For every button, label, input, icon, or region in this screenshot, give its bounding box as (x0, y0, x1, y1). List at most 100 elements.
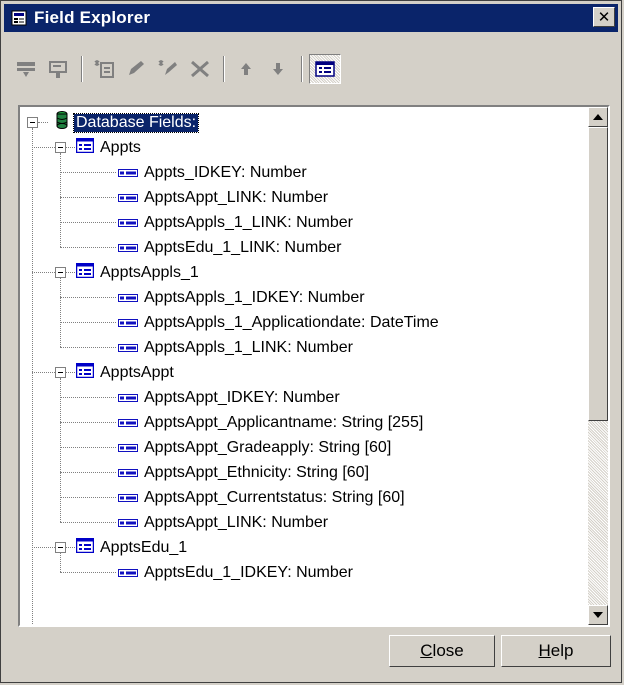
field-item[interactable]: ApptsAppt_Gradeapply: String [60] (118, 435, 391, 460)
tree-connector (66, 272, 75, 273)
tree-connector (32, 272, 55, 273)
move-down-icon (273, 63, 283, 75)
field-label: ApptsAppls_1_IDKEY: Number (144, 288, 365, 306)
field-icon (118, 243, 138, 252)
collapse-root-toggle[interactable] (27, 117, 38, 128)
table-icon (75, 137, 95, 153)
field-icon (118, 343, 138, 352)
tree-connector (60, 197, 116, 198)
field-item[interactable]: ApptsAppt_IDKEY: Number (118, 385, 340, 410)
field-item[interactable]: ApptsAppt_LINK: Number (118, 185, 328, 210)
show-field-type-button[interactable] (309, 54, 341, 84)
close-button-label: lose (432, 641, 464, 660)
table-node[interactable]: Appts (75, 135, 141, 160)
field-icon-wrap (118, 414, 138, 432)
field-icon (118, 493, 138, 502)
field-icon (118, 293, 138, 302)
table-icon-wrap (75, 362, 95, 383)
toolbar-separator (301, 56, 303, 82)
tree-connector (60, 297, 116, 298)
field-item[interactable]: ApptsAppls_1_LINK: Number (118, 210, 353, 235)
field-icon-wrap (118, 339, 138, 357)
edit-button[interactable] (121, 54, 151, 84)
help-button-label: elp (550, 641, 574, 660)
window-close-button[interactable]: ✕ (593, 7, 615, 27)
close-icon: ✕ (597, 8, 611, 26)
help-button[interactable]: Help (501, 635, 611, 667)
tree-connector (60, 172, 116, 173)
move-down-button[interactable] (263, 54, 293, 84)
tree-connector (60, 472, 116, 473)
field-item[interactable]: Appts_IDKEY: Number (118, 160, 307, 185)
field-icon (118, 193, 138, 202)
table-icon-wrap (75, 537, 95, 558)
field-item[interactable]: ApptsAppt_Currentstatus: String [60] (118, 485, 405, 510)
collapse-table-toggle[interactable] (55, 367, 66, 378)
tree-connector (60, 278, 61, 347)
new-formula-icon (94, 60, 114, 78)
scrollbar-thumb[interactable] (588, 127, 608, 421)
field-label: ApptsAppt_IDKEY: Number (144, 388, 340, 406)
field-icon (118, 443, 138, 452)
field-label: ApptsAppt_Ethnicity: String [60] (144, 463, 370, 481)
tree-connector (60, 447, 116, 448)
tree-connector (32, 547, 55, 548)
arrow-down-icon (593, 612, 603, 618)
table-icon (75, 537, 95, 553)
close-button[interactable]: Close (389, 635, 495, 667)
collapse-table-toggle[interactable] (55, 542, 66, 553)
collapse-table-toggle[interactable] (55, 267, 66, 278)
field-item[interactable]: ApptsAppt_LINK: Number (118, 510, 328, 535)
field-item[interactable]: ApptsAppt_Ethnicity: String [60] (118, 460, 369, 485)
field-item[interactable]: ApptsAppls_1_IDKEY: Number (118, 285, 365, 310)
collapse-table-toggle[interactable] (55, 142, 66, 153)
tree-connector (60, 397, 116, 398)
field-item[interactable]: ApptsAppls_1_LINK: Number (118, 335, 353, 360)
browse-field-button[interactable] (43, 54, 73, 84)
tree-connector (60, 553, 61, 572)
scroll-up-button[interactable] (588, 107, 608, 127)
move-up-button[interactable] (231, 54, 261, 84)
tree-root-label[interactable]: Database Fields: (72, 112, 200, 133)
field-icon-wrap (118, 389, 138, 407)
vertical-scrollbar[interactable] (588, 107, 608, 625)
rename-button[interactable] (153, 54, 183, 84)
field-item[interactable]: ApptsAppt_Applicantname: String [255] (118, 410, 423, 435)
table-name: ApptsEdu_1 (100, 538, 188, 556)
title-bar[interactable]: Field Explorer ✕ (4, 4, 618, 32)
field-icon-wrap (118, 439, 138, 457)
toolbar-separator (223, 56, 225, 82)
new-formula-button[interactable] (89, 54, 119, 84)
database-icon-wrap (56, 111, 68, 134)
show-field-type-icon (315, 61, 335, 77)
tree-connector (32, 128, 33, 625)
scroll-down-button[interactable] (588, 605, 608, 625)
tree-connector (60, 572, 116, 573)
field-icon-wrap (118, 164, 138, 182)
edit-icon (129, 61, 144, 75)
field-label: ApptsAppt_Currentstatus: String [60] (144, 488, 405, 506)
table-icon (75, 262, 95, 278)
window-title: Field Explorer (34, 8, 151, 27)
tree-root-row[interactable]: Database Fields: (27, 110, 200, 135)
database-icon (56, 111, 68, 129)
table-node[interactable]: ApptsEdu_1 (75, 535, 188, 560)
field-label: ApptsAppls_1_Applicationdate: DateTime (144, 313, 439, 331)
field-tree[interactable]: Database Fields: Appts Appts_IDKEY: Number… (18, 105, 610, 627)
tree-connector (60, 522, 116, 523)
table-node[interactable]: ApptsAppt (75, 360, 174, 385)
tree-connector (66, 147, 75, 148)
field-label: ApptsAppls_1_LINK: Number (144, 338, 353, 356)
field-item[interactable]: ApptsEdu_1_IDKEY: Number (118, 560, 353, 585)
field-label: ApptsEdu_1_IDKEY: Number (144, 563, 354, 581)
tree-connector (60, 322, 116, 323)
field-item[interactable]: ApptsEdu_1_LINK: Number (118, 235, 341, 260)
insert-field-button[interactable] (11, 54, 41, 84)
field-icon-wrap (118, 289, 138, 307)
toolbar-separator (81, 56, 83, 82)
table-node[interactable]: ApptsAppls_1 (75, 260, 199, 285)
delete-button[interactable] (185, 54, 215, 84)
field-item[interactable]: ApptsAppls_1_Applicationdate: DateTime (118, 310, 439, 335)
tree-connector (60, 222, 116, 223)
tree-connector (32, 147, 55, 148)
